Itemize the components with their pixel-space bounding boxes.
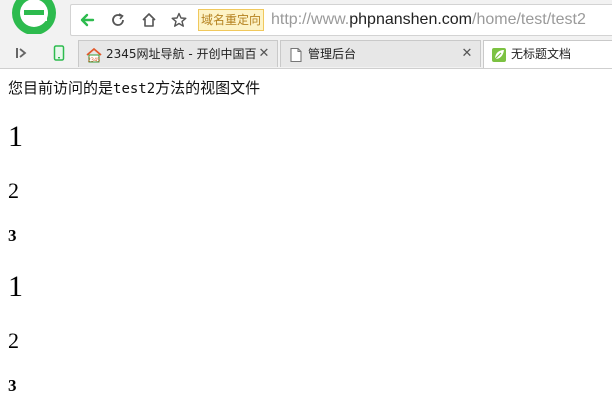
mobile-phone-icon xyxy=(53,45,65,61)
heading-1: 1 xyxy=(8,120,23,153)
tab-2345[interactable]: 2345 2345网址导航 - 开创中国百 ✕ xyxy=(78,40,278,67)
tab-strip: 2345 2345网址导航 - 开创中国百 ✕ 管理后台 ✕ 无标题文档 xyxy=(0,38,612,68)
intro-code: test2 xyxy=(113,81,156,97)
intro-text: 您目前访问的是test2方法的视图文件 xyxy=(8,78,608,99)
svg-text:2345: 2345 xyxy=(88,58,101,64)
page-icon xyxy=(290,47,302,63)
tab-admin[interactable]: 管理后台 ✕ xyxy=(280,40,481,67)
tab-untitled[interactable]: 无标题文档 xyxy=(483,40,612,68)
heading-2: 2 xyxy=(8,328,19,353)
heading-3: 3 xyxy=(8,376,17,395)
address-bar[interactable]: 域名重定向 http://www.phpnanshen.com/home/tes… xyxy=(70,4,612,36)
heading-1: 1 xyxy=(8,270,23,303)
intro-before: 您目前访问的是 xyxy=(8,79,114,97)
tab-title: 2345网址导航 - 开创中国百 xyxy=(106,47,256,61)
url-host: phpnanshen.com xyxy=(349,11,473,28)
mobile-button[interactable] xyxy=(50,44,68,62)
intro-after: 方法的视图文件 xyxy=(155,79,261,97)
url-path: /home/test/test2 xyxy=(472,11,586,28)
browser-logo-icon[interactable] xyxy=(10,0,58,34)
url-prefix: http://www. xyxy=(271,11,350,28)
sidebar-toggle-button[interactable] xyxy=(12,44,30,62)
home-button[interactable] xyxy=(137,10,161,30)
page-content: 您目前访问的是test2方法的视图文件 xyxy=(8,78,608,99)
back-button[interactable] xyxy=(75,10,99,30)
sidebar-toggle-icon xyxy=(16,48,27,58)
tab-title: 管理后台 xyxy=(308,47,357,61)
browser-chrome: 域名重定向 http://www.phpnanshen.com/home/tes… xyxy=(0,0,612,69)
tab-title: 无标题文档 xyxy=(511,47,572,61)
star-icon xyxy=(171,12,187,27)
heading-2: 2 xyxy=(8,178,19,203)
reload-icon xyxy=(112,13,124,26)
redirect-badge[interactable]: 域名重定向 xyxy=(198,9,265,31)
bookmark-button[interactable] xyxy=(167,10,191,30)
close-tab-button[interactable]: ✕ xyxy=(257,47,271,61)
reload-button[interactable] xyxy=(106,10,130,30)
2345-house-icon: 2345 xyxy=(86,47,102,63)
home-icon xyxy=(142,13,156,27)
arrow-left-icon xyxy=(80,13,95,27)
heading-3: 3 xyxy=(8,226,17,245)
close-tab-button[interactable]: ✕ xyxy=(460,47,474,61)
leaf-icon xyxy=(492,48,506,62)
url-field[interactable]: http://www.phpnanshen.com/home/test/test… xyxy=(271,9,586,31)
